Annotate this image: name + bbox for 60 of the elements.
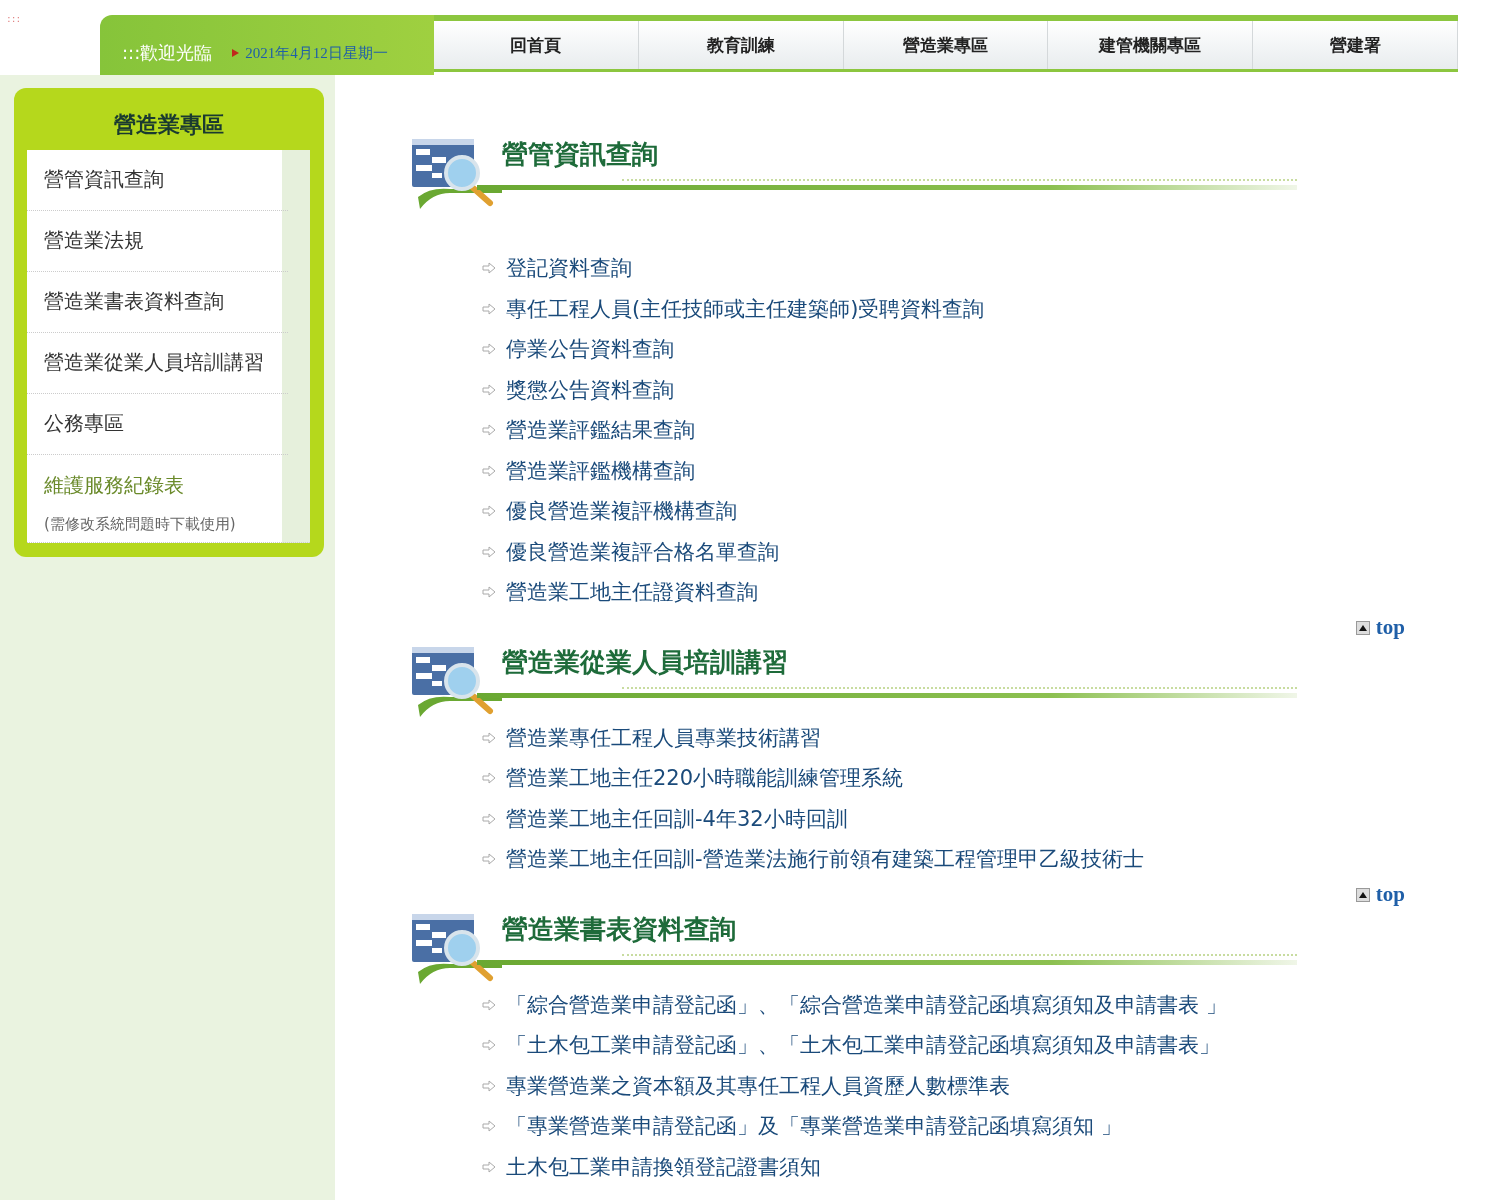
section-link[interactable]: 「綜合營造業申請登記函」、「綜合營造業申請登記函填寫須知及申請書表 」 [506, 990, 1227, 1019]
arrow-icon [482, 302, 496, 315]
arrow-icon [482, 464, 496, 477]
arrow-icon [482, 424, 496, 437]
section-link[interactable]: 獎懲公告資料查詢 [506, 375, 674, 404]
arrow-icon [482, 1160, 496, 1173]
section-link[interactable]: 停業公告資料查詢 [506, 335, 674, 364]
sidebar-item[interactable]: 營造業從業人員培訓講習 [27, 333, 288, 394]
arrow-icon [482, 343, 496, 356]
sidebar-title: 營造業專區 [112, 111, 225, 139]
triangle-icon [232, 49, 240, 57]
section-link[interactable]: 營造業工地主任證資料查詢 [506, 578, 758, 607]
arrow-icon [482, 545, 496, 558]
sidebar-item[interactable]: 營造業書表資料查詢 [27, 272, 288, 333]
nav-tab[interactable]: 營建署 [1253, 21, 1458, 69]
download-note: (需修改系統問題時下載使用) [44, 515, 237, 534]
arrow-icon [482, 383, 496, 396]
section-link[interactable]: 優良營造業複評合格名單查詢 [506, 537, 779, 566]
top-link[interactable]: top [1355, 879, 1405, 910]
section-link[interactable]: 營造業評鑑結果查詢 [506, 416, 695, 445]
section-link[interactable]: 專業營造業之資本額及其專任工程人員資歷人數標準表 [506, 1071, 1010, 1100]
nav-tab[interactable]: 教育訓練 [638, 21, 844, 69]
magnifier-window-icon [410, 911, 502, 984]
section-link[interactable]: 優良營造業複評機構查詢 [506, 497, 737, 526]
section-title: 營造業書表資料查詢 [502, 912, 737, 946]
section-link[interactable]: 專任工程人員(主任技師或主任建築師)受聘資料查詢 [506, 294, 985, 323]
arrow-icon [482, 772, 496, 785]
section-link[interactable]: 「土木包工業申請登記函」、「土木包工業申請登記函填寫須知及申請書表」 [506, 1031, 1220, 1060]
download-link[interactable]: 維護服務紀錄表 [44, 469, 310, 501]
arrow-icon [482, 812, 496, 825]
magnifier-window-icon [410, 137, 502, 209]
nav-tab[interactable]: 回首頁 [434, 21, 639, 69]
arrow-icon [482, 998, 496, 1011]
section-link[interactable]: 營造業工地主任回訓-營造業法施行前領有建築工程管理甲乙級技術士 [506, 845, 1144, 874]
arrow-icon [482, 1039, 496, 1052]
arrow-icon [482, 586, 496, 599]
section-link[interactable]: 營造業評鑑機構查詢 [506, 456, 695, 485]
magnifier-window-icon [410, 644, 502, 717]
arrow-icon [482, 1079, 496, 1092]
arrow-icon [482, 731, 496, 744]
arrow-icon [482, 262, 496, 275]
top-link[interactable]: top [1355, 612, 1405, 643]
section-link[interactable]: 土木包工業申請換領登記證書須知 [506, 1152, 821, 1181]
section-title: 營造業從業人員培訓講習 [502, 645, 789, 679]
date-text: 2021年4月12日星期一 [245, 43, 388, 63]
arrow-icon [482, 853, 496, 866]
arrow-icon [482, 1120, 496, 1133]
section-link[interactable]: 營造業專任工程人員專業技術講習 [506, 723, 821, 752]
section-link[interactable]: 營造業工地主任回訓-4年32小時回訓 [506, 804, 848, 833]
nav-tab[interactable]: 建管機關專區 [1048, 21, 1254, 69]
section-title: 營管資訊查詢 [502, 138, 659, 171]
section-link[interactable]: 營造業工地主任220小時職能訓練管理系統 [506, 764, 904, 793]
welcome-text: :::歡迎光臨 [122, 41, 213, 65]
sidebar-item[interactable]: 公務專區 [27, 394, 288, 455]
nav-tab[interactable]: 營造業專區 [843, 21, 1049, 69]
arrow-icon [482, 505, 496, 518]
section-link[interactable]: 「專業營造業申請登記函」及「專業營造業申請登記函填寫須知 」 [506, 1112, 1122, 1141]
section-link[interactable]: 登記資料查詢 [506, 254, 632, 283]
sidebar-item[interactable]: 營管資訊查詢 [27, 150, 288, 211]
sidebar-item[interactable]: 營造業法規 [27, 211, 288, 272]
